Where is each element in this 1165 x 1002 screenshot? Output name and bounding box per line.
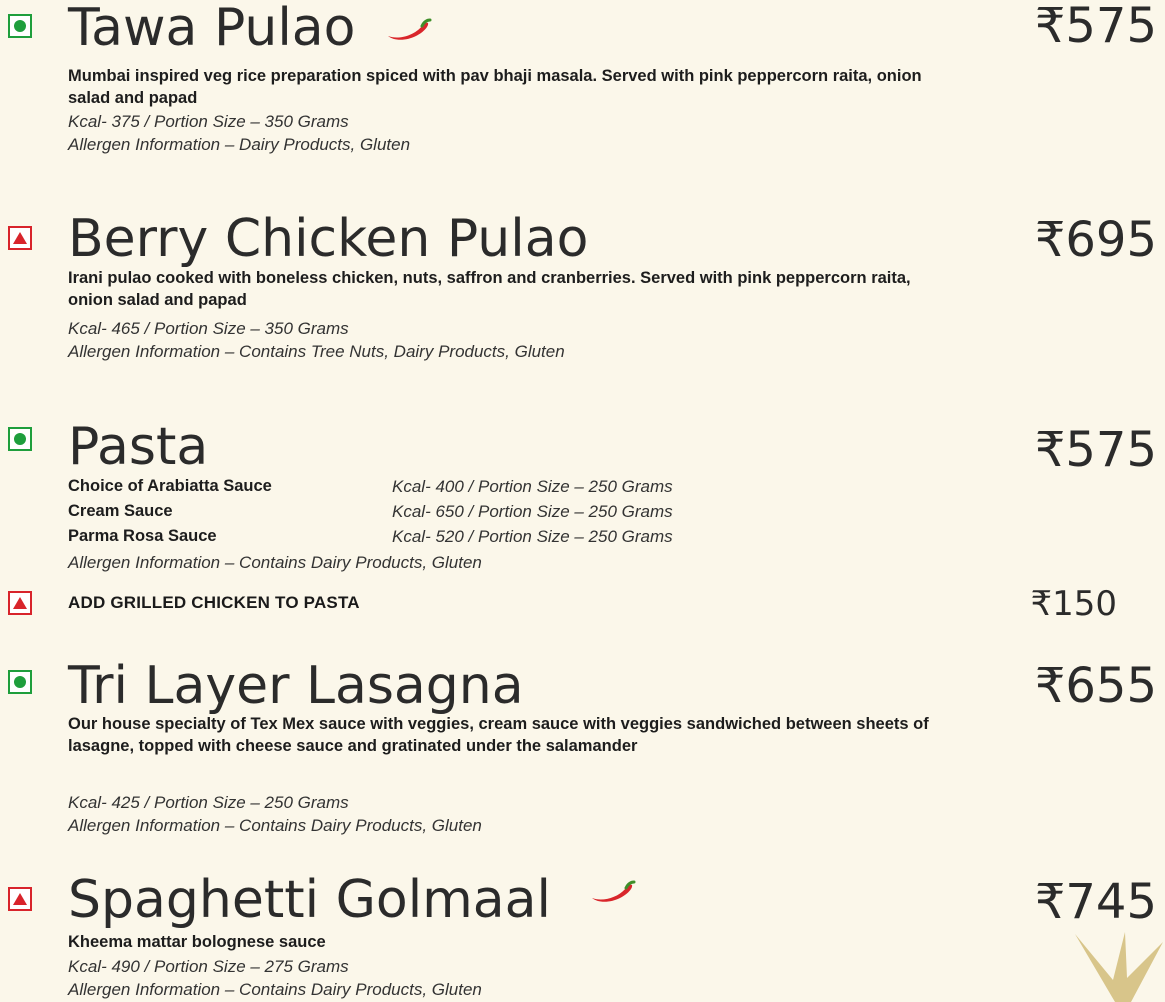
item-price: ₹575 [1034,422,1157,478]
item-kcal: Kcal- 375 / Portion Size – 350 Grams [68,112,349,131]
item-description: Mumbai inspired veg rice preparation spi… [68,67,922,107]
item-price: ₹745 [1034,874,1157,930]
item-title: Tri Layer Lasagna [68,656,524,716]
veg-indicator-icon [8,670,32,694]
veg-indicator-icon [8,427,32,451]
sauce-kcal: Kcal- 650 / Portion Size – 250 Grams [392,502,673,521]
sauce-name: Choice of Arabiatta Sauce [68,477,272,495]
item-kcal: Kcal- 425 / Portion Size – 250 Grams [68,793,349,812]
chili-icon [592,880,636,902]
item-title: Tawa Pulao [68,0,356,58]
item-title: Spaghetti Golmaal [68,870,551,930]
non-veg-indicator-icon [8,887,32,911]
chili-icon [388,18,432,40]
item-allergen: Allergen Information – Dairy Products, G… [68,135,411,154]
item-title: Pasta [68,417,209,477]
item-allergen: Allergen Information – Contains Tree Nut… [68,342,565,361]
starburst-decoration-icon [1075,932,1163,1002]
item-price: ₹695 [1034,212,1157,268]
sauce-kcal: Kcal- 520 / Portion Size – 250 Grams [392,527,673,546]
non-veg-indicator-icon [8,591,32,615]
veg-indicator-icon [8,14,32,38]
item-allergen: Allergen Information – Contains Dairy Pr… [68,553,482,572]
sauce-kcal: Kcal- 400 / Portion Size – 250 Grams [392,477,673,496]
item-allergen: Allergen Information – Contains Dairy Pr… [68,980,482,999]
item-description: Kheema mattar bolognese sauce [68,933,326,951]
item-description: Irani pulao cooked with boneless chicken… [68,269,911,309]
item-kcal: Kcal- 490 / Portion Size – 275 Grams [68,957,349,976]
sauce-name: Parma Rosa Sauce [68,527,217,545]
addon-label: ADD GRILLED CHICKEN TO PASTA [68,593,360,612]
sauce-name: Cream Sauce [68,502,173,520]
non-veg-indicator-icon [8,226,32,250]
item-price: ₹655 [1034,658,1157,714]
addon-price: ₹150 [1030,584,1117,624]
item-allergen: Allergen Information – Contains Dairy Pr… [68,816,482,835]
item-description: Our house specialty of Tex Mex sauce wit… [68,715,929,755]
item-price: ₹575 [1034,0,1157,54]
item-title: Berry Chicken Pulao [68,209,589,269]
item-kcal: Kcal- 465 / Portion Size – 350 Grams [68,319,349,338]
